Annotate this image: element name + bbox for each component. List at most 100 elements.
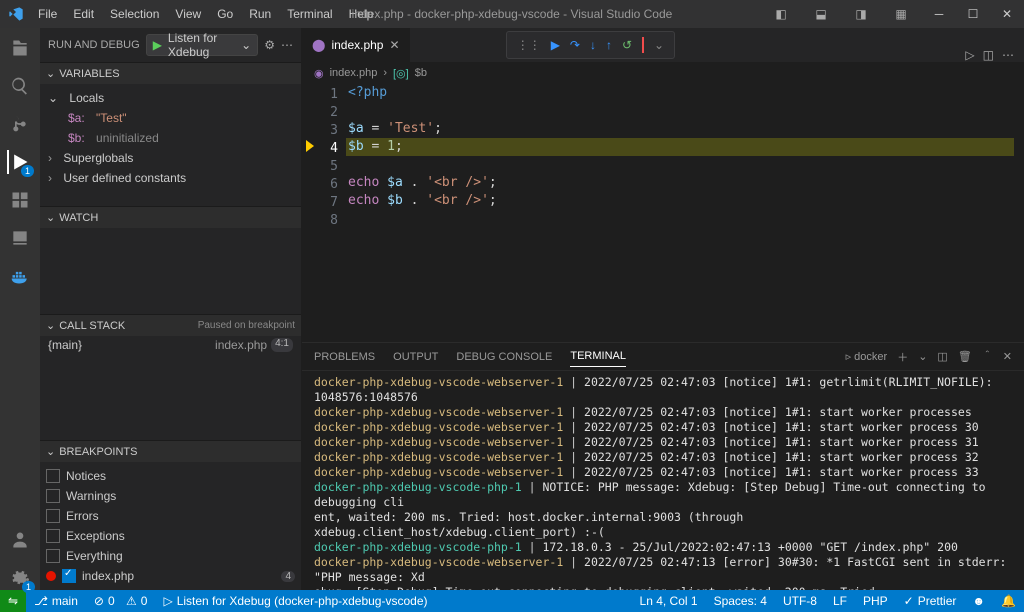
locals-node[interactable]: ⌄ Locals: [48, 88, 301, 108]
activity-docker-icon[interactable]: [8, 264, 32, 288]
layout-bottom-icon[interactable]: ⬓: [804, 1, 838, 27]
superglobals-node[interactable]: › Superglobals: [48, 148, 301, 168]
activity-explorer-icon[interactable]: [8, 36, 32, 60]
section-watch[interactable]: WATCH: [40, 206, 301, 228]
vscode-logo-icon: [8, 6, 24, 22]
play-icon: ▶: [153, 38, 162, 52]
tab-label: index.php: [331, 38, 383, 52]
activity-remote-icon[interactable]: [8, 226, 32, 250]
tab-terminal[interactable]: TERMINAL: [570, 346, 626, 367]
tab-output[interactable]: OUTPUT: [393, 347, 438, 367]
editor-more-icon[interactable]: ⋯: [1002, 48, 1014, 62]
bp-notices[interactable]: Notices: [46, 466, 295, 486]
section-variables[interactable]: VARIABLES: [40, 62, 301, 84]
status-spaces[interactable]: Spaces: 4: [706, 594, 775, 608]
menu-go[interactable]: Go: [209, 3, 241, 25]
launch-config-name: Listen for Xdebug: [168, 31, 235, 59]
stop-button[interactable]: [642, 38, 644, 52]
activity-bar: 1 1: [0, 28, 40, 590]
callstack-frame[interactable]: {main} index.php4:1: [40, 336, 301, 354]
close-panel-icon[interactable]: ✕: [1003, 350, 1012, 363]
status-encoding[interactable]: UTF-8: [775, 594, 825, 608]
menu-view[interactable]: View: [167, 3, 209, 25]
activity-settings-icon[interactable]: 1: [8, 566, 32, 590]
bp-errors[interactable]: Errors: [46, 506, 295, 526]
main-menu: File Edit Selection View Go Run Terminal…: [30, 3, 381, 25]
bp-active-file[interactable]: index.php4: [46, 566, 295, 586]
step-into-button[interactable]: ↓: [590, 38, 596, 52]
layout-left-icon[interactable]: ◧: [764, 1, 798, 27]
var-a[interactable]: $a: "Test": [48, 108, 301, 128]
panel: PROBLEMS OUTPUT DEBUG CONSOLE TERMINAL ▹…: [302, 342, 1024, 590]
maximize-panel-icon[interactable]: ＾: [982, 349, 993, 365]
split-editor-icon[interactable]: ◫: [983, 48, 994, 62]
title-bar: File Edit Selection View Go Run Terminal…: [0, 0, 1024, 28]
section-breakpoints[interactable]: BREAKPOINTS: [40, 440, 301, 462]
step-out-button[interactable]: ↑: [606, 38, 612, 52]
tab-debug-console[interactable]: DEBUG CONSOLE: [456, 347, 552, 367]
activity-run-debug-icon[interactable]: 1: [7, 150, 31, 174]
status-bar: ⇋ ⎇main ⊘0 ⚠0 ▷Listen for Xdebug (docker…: [0, 590, 1024, 612]
callstack-status: Paused on breakpoint: [198, 320, 295, 331]
terminal-profile[interactable]: ▹ docker: [846, 350, 888, 363]
error-icon: ⊘: [94, 594, 104, 608]
terminal-output[interactable]: docker-php-xdebug-vscode-webserver-1 | 2…: [302, 371, 1024, 590]
var-b[interactable]: $b: uninitialized: [48, 128, 301, 148]
menu-terminal[interactable]: Terminal: [279, 3, 340, 25]
drag-handle-icon[interactable]: ⋮⋮: [517, 38, 541, 52]
restart-button[interactable]: ↺: [622, 38, 632, 52]
more-icon[interactable]: ⋯: [281, 38, 293, 52]
status-eol[interactable]: LF: [825, 594, 855, 608]
activity-search-icon[interactable]: [8, 74, 32, 98]
window-minimize[interactable]: ─: [922, 1, 956, 27]
section-callstack[interactable]: CALL STACK Paused on breakpoint: [40, 314, 301, 336]
kill-terminal-icon[interactable]: 🗑: [958, 350, 972, 363]
remote-indicator[interactable]: ⇋: [0, 590, 26, 612]
userconst-node[interactable]: › User defined constants: [48, 168, 301, 188]
activity-extensions-icon[interactable]: [8, 188, 32, 212]
status-problems[interactable]: ⊘0 ⚠0: [86, 594, 156, 608]
gear-icon[interactable]: ⚙: [264, 38, 275, 52]
bp-everything[interactable]: Everything: [46, 546, 295, 566]
status-prettier[interactable]: ✓Prettier: [896, 594, 965, 608]
window-maximize[interactable]: ☐: [956, 1, 990, 27]
bp-exceptions[interactable]: Exceptions: [46, 526, 295, 546]
warning-icon: ⚠: [126, 594, 137, 608]
line-gutter: 1 2 3 4 5 6 7 8: [302, 84, 348, 342]
step-over-button[interactable]: ↷: [570, 38, 580, 52]
menu-run[interactable]: Run: [241, 3, 279, 25]
status-branch[interactable]: ⎇main: [26, 594, 86, 608]
continue-button[interactable]: ▶: [551, 38, 560, 52]
layout-right-icon[interactable]: ◨: [844, 1, 878, 27]
layout-grid-icon[interactable]: ▦: [884, 1, 918, 27]
activity-account-icon[interactable]: [8, 528, 32, 552]
split-terminal-icon[interactable]: ◫: [937, 350, 947, 363]
code-editor[interactable]: 1 2 3 4 5 6 7 8 <?php $a = 'Test'; $b = …: [302, 84, 1024, 342]
window-close[interactable]: ✕: [990, 1, 1024, 27]
remote-icon: ⇋: [8, 594, 18, 608]
breadcrumb[interactable]: ◉ index.php › [◎] $b: [302, 62, 1024, 84]
status-bell-icon[interactable]: 🔔: [993, 594, 1024, 608]
terminal-dropdown-icon[interactable]: ⌄: [918, 350, 927, 363]
menu-file[interactable]: File: [30, 3, 65, 25]
status-feedback-icon[interactable]: ☻: [964, 594, 993, 608]
tab-problems[interactable]: PROBLEMS: [314, 347, 375, 367]
activity-scm-icon[interactable]: [8, 112, 32, 136]
status-lncol[interactable]: Ln 4, Col 1: [632, 594, 706, 608]
php-file-icon: ⬤: [312, 38, 325, 52]
debug-more-icon[interactable]: ⌄: [654, 38, 664, 52]
sidebar: RUN AND DEBUG ▶ Listen for Xdebug ⌄ ⚙ ⋯ …: [40, 28, 302, 590]
launch-config-select[interactable]: ▶ Listen for Xdebug ⌄: [146, 34, 259, 56]
debug-badge: 1: [21, 165, 34, 177]
new-terminal-icon[interactable]: ＋: [897, 349, 908, 365]
current-line-marker-icon: [306, 140, 314, 152]
menu-edit[interactable]: Edit: [65, 3, 102, 25]
run-file-icon[interactable]: ▷: [965, 48, 974, 62]
status-language[interactable]: PHP: [855, 594, 896, 608]
menu-selection[interactable]: Selection: [102, 3, 167, 25]
file-tab-index[interactable]: ⬤ index.php ✕: [302, 28, 411, 62]
close-icon[interactable]: ✕: [389, 38, 399, 52]
bp-warnings[interactable]: Warnings: [46, 486, 295, 506]
status-xdebug[interactable]: ▷Listen for Xdebug (docker-php-xdebug-vs…: [155, 594, 435, 608]
branch-icon: ⎇: [34, 594, 48, 608]
